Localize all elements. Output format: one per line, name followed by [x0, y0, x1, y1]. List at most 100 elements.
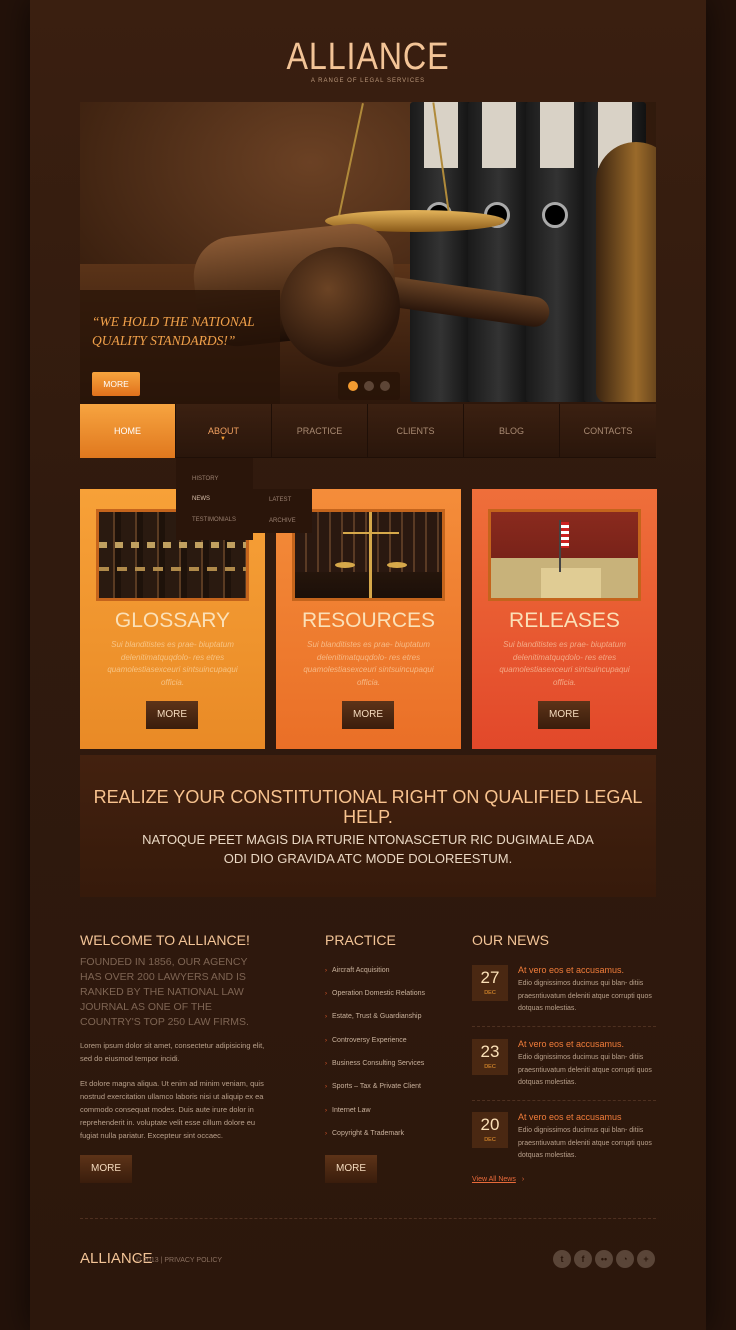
hero-slider: “WE HOLD THE NATIONAL QUALITY STANDARDS!…	[80, 102, 656, 404]
welcome-paragraph-1: Lorem ipsum dolor sit amet, consectetur …	[80, 1041, 265, 1063]
nav-home[interactable]: HOME	[80, 404, 176, 458]
card-text: Sui blanditistes es prae- biuptatum dele…	[303, 640, 434, 687]
main-nav: HOME ABOUT ▼ PRACTICE CLIENTS BLOG CONTA…	[80, 404, 656, 458]
practice-item[interactable]: › Copyright & Trademark	[325, 1130, 404, 1137]
facebook-icon[interactable]: f	[574, 1250, 592, 1268]
submenu-history[interactable]: HISTORY	[192, 476, 218, 482]
promo-banner: REALIZE YOUR CONSTITUTIONAL RIGHT ON QUA…	[80, 755, 656, 897]
news-item: 20 DEC At vero eos et accusamus Edio dig…	[472, 1112, 656, 1176]
nav-blog[interactable]: BLOG	[464, 404, 560, 458]
chevron-right-icon: ›	[325, 1014, 327, 1020]
submenu-testimonials[interactable]: TESTIMONIALS	[192, 517, 236, 523]
chevron-right-icon: ›	[325, 968, 327, 974]
news-item: 27 DEC At vero eos et accusamus. Edio di…	[472, 965, 656, 1029]
news-day: 27	[480, 968, 500, 987]
practice-item[interactable]: › Sports – Tax & Private Client	[325, 1083, 421, 1090]
chevron-right-icon: ›	[325, 1108, 327, 1114]
nav-practice[interactable]: PRACTICE	[272, 404, 368, 458]
binder-image	[410, 102, 472, 402]
practice-item-label: Controversy Experience	[332, 1037, 407, 1044]
banner-heading: REALIZE YOUR CONSTITUTIONAL RIGHT ON QUA…	[93, 787, 643, 827]
hero-quote: “WE HOLD THE NATIONAL QUALITY STANDARDS!…	[92, 314, 255, 348]
news-title[interactable]: At vero eos et accusamus.	[518, 965, 624, 975]
practice-item-label: Estate, Trust & Guardianship	[332, 1013, 422, 1020]
news-text: Edio dignissimos ducimus qui blan- ditii…	[518, 1127, 652, 1159]
nav-contacts[interactable]: CONTACTS	[560, 404, 656, 458]
news-divider	[472, 1026, 656, 1027]
news-day: 20	[480, 1115, 500, 1134]
practice-item-label: Operation Domestic Relations	[332, 990, 425, 997]
nav-clients[interactable]: CLIENTS	[368, 404, 464, 458]
chevron-right-icon: ›	[325, 1038, 327, 1044]
chevron-down-icon: ▼	[220, 436, 226, 442]
chevron-right-icon: ›	[325, 991, 327, 997]
glossary-more-button[interactable]: MORE	[146, 701, 198, 729]
submenu-archive[interactable]: ARCHIVE	[269, 518, 296, 524]
slider-pagination	[338, 372, 400, 400]
chevron-right-icon: ›	[325, 1084, 327, 1090]
practice-item-label: Internet Law	[332, 1107, 371, 1114]
news-month: DEC	[484, 990, 496, 996]
rss-icon[interactable]: ◔	[616, 1250, 634, 1268]
gavel-face	[280, 247, 400, 367]
news-title[interactable]: At vero eos et accusamus.	[518, 1039, 624, 1049]
news-heading: OUR NEWS	[472, 932, 549, 948]
news-day: 23	[480, 1042, 500, 1061]
news-item: 23 DEC At vero eos et accusamus. Edio di…	[472, 1039, 656, 1103]
card-text: Sui blanditistes es prae- biuptatum dele…	[107, 640, 238, 687]
welcome-more-button[interactable]: MORE	[80, 1155, 132, 1183]
submenu-news[interactable]: NEWS	[192, 496, 210, 502]
practice-item[interactable]: › Internet Law	[325, 1107, 371, 1114]
scales-image	[292, 509, 445, 601]
slider-dot-1[interactable]	[348, 381, 358, 391]
banner-subheading: NATOQUE PEET MAGIS DIA RTURIE NTONASCETU…	[142, 832, 594, 866]
practice-heading: PRACTICE	[325, 932, 396, 948]
practice-item[interactable]: › Business Consulting Services	[325, 1060, 424, 1067]
submenu-latest[interactable]: LATEST	[269, 497, 291, 503]
practice-more-button[interactable]: MORE	[325, 1155, 377, 1183]
view-all-news-link[interactable]: View All News ›	[472, 1176, 524, 1183]
footer-divider	[80, 1218, 656, 1219]
scale-chain	[338, 103, 364, 216]
view-all-label: View All News	[472, 1176, 516, 1183]
chevron-right-icon: ›	[521, 1176, 525, 1183]
card-title: GLOSSARY	[114, 609, 231, 632]
binder-image	[526, 102, 588, 402]
courtroom-image	[488, 509, 641, 601]
card-title: RESOURCES	[301, 609, 436, 632]
left-border	[0, 0, 30, 1330]
flickr-icon[interactable]: ••	[595, 1250, 613, 1268]
news-title[interactable]: At vero eos et accusamus	[518, 1112, 622, 1122]
hero-more-button[interactable]: MORE	[92, 372, 140, 396]
slider-dot-3[interactable]	[380, 381, 390, 391]
card-releases: RELEASES Sui blanditistes es prae- biupt…	[472, 489, 657, 749]
about-dropdown: HISTORY NEWS TESTIMONIALS	[176, 458, 253, 540]
twitter-icon[interactable]: t	[553, 1250, 571, 1268]
news-date: 20 DEC	[472, 1112, 508, 1148]
practice-item[interactable]: › Estate, Trust & Guardianship	[325, 1013, 422, 1020]
practice-item-label: Copyright & Trademark	[332, 1130, 404, 1137]
releases-more-button[interactable]: MORE	[538, 701, 590, 729]
slider-dot-2[interactable]	[364, 381, 374, 391]
footer-copyright[interactable]: © 2013 | PRIVACY POLICY	[136, 1257, 222, 1264]
plus-icon[interactable]: +	[637, 1250, 655, 1268]
news-text: Edio dignissimos ducimus qui blan- ditii…	[518, 1054, 652, 1086]
card-text: Sui blanditistes es prae- biuptatum dele…	[499, 640, 630, 687]
practice-item[interactable]: › Aircraft Acquisition	[325, 967, 390, 974]
card-title: RELEASES	[509, 609, 620, 632]
hero-caption: “WE HOLD THE NATIONAL QUALITY STANDARDS!…	[80, 290, 280, 404]
practice-item[interactable]: › Operation Domestic Relations	[325, 990, 425, 997]
right-border	[706, 0, 736, 1330]
site-tagline: A RANGE OF LEGAL SERVICES	[310, 78, 426, 84]
news-date: 27 DEC	[472, 965, 508, 1001]
chevron-right-icon: ›	[325, 1131, 327, 1137]
site-logo[interactable]: ALLIANCE	[55, 36, 681, 79]
nav-about[interactable]: ABOUT ▼	[176, 404, 272, 458]
binder-image	[468, 102, 530, 402]
practice-item-label: Business Consulting Services	[332, 1060, 425, 1067]
bell-image	[596, 142, 656, 402]
chevron-right-icon: ›	[325, 1061, 327, 1067]
welcome-subtext: FOUNDED IN 1856, OUR AGENCY HAS OVER 200…	[80, 956, 249, 1028]
practice-item[interactable]: › Controversy Experience	[325, 1037, 407, 1044]
resources-more-button[interactable]: MORE	[342, 701, 394, 729]
